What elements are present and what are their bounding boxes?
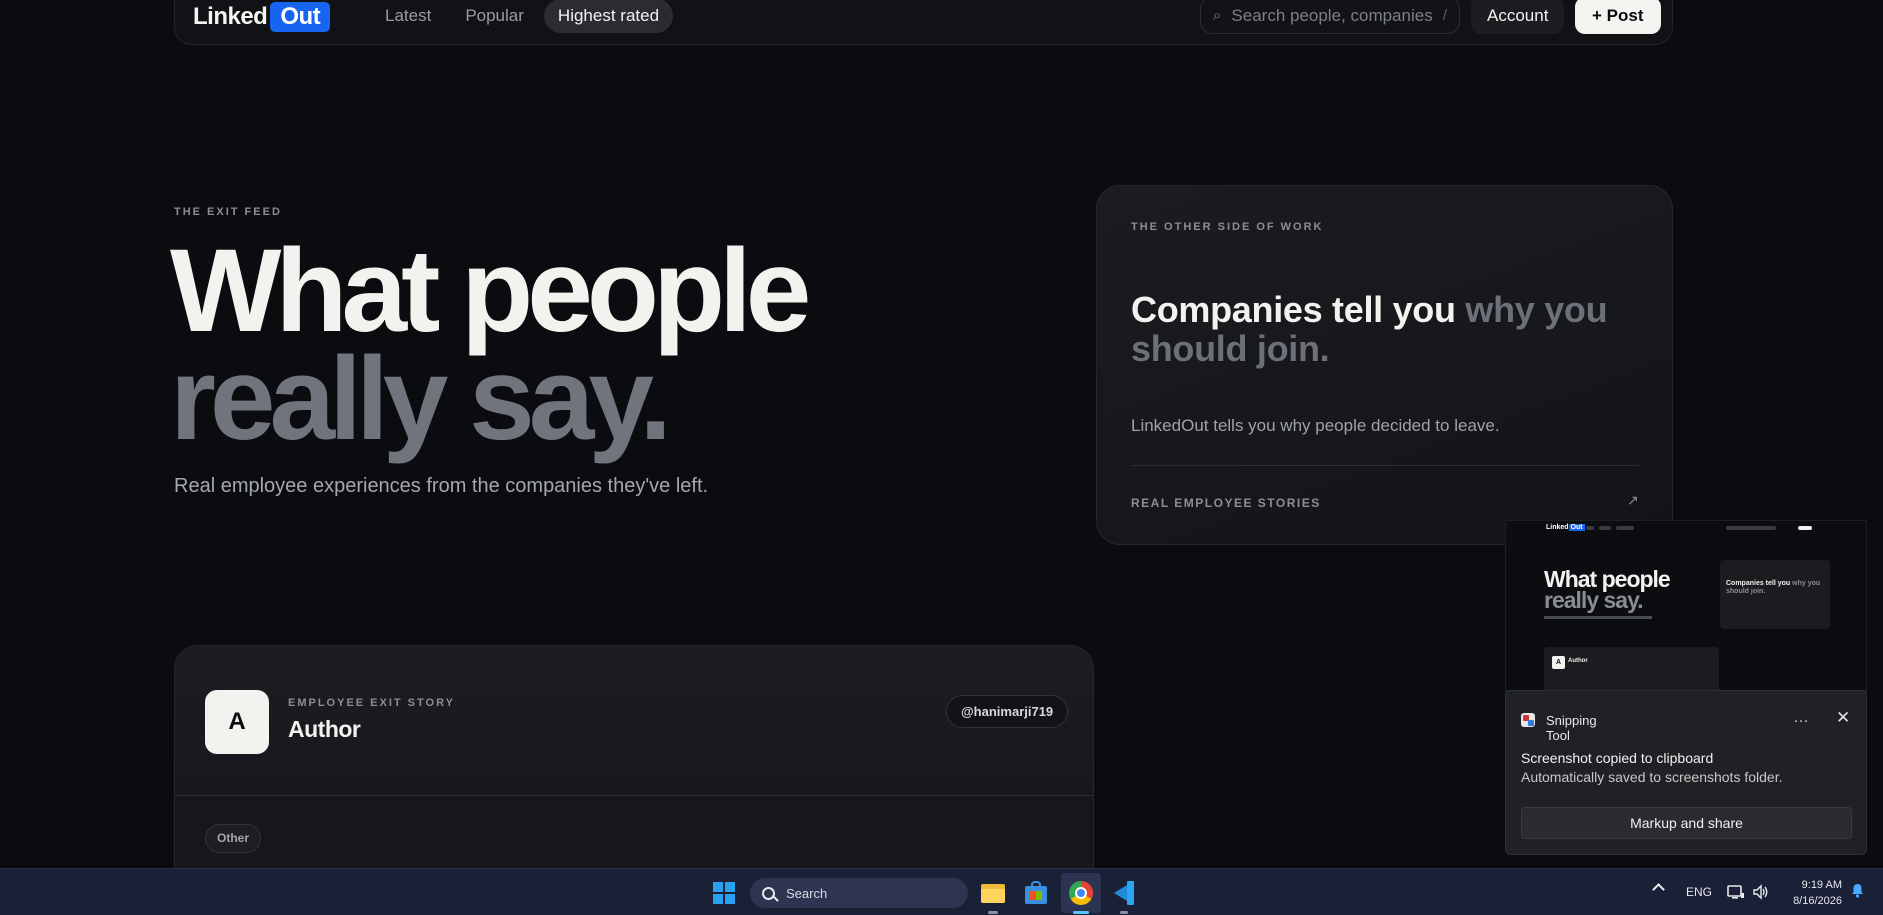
taskbar-search-label: Search (786, 885, 828, 901)
microsoft-store-icon[interactable] (1022, 879, 1050, 907)
thumb-promo-card: Companies tell you why you should join. (1720, 560, 1830, 629)
search-input[interactable]: ⌕ Search people, companies / (1200, 0, 1460, 34)
thumb-promo-white: Companies tell you (1726, 580, 1791, 587)
thumb-logo-text: Linked (1546, 524, 1569, 531)
network-icon[interactable] (1727, 884, 1745, 900)
avatar: A (205, 690, 269, 754)
thumb-nav-bar (1798, 526, 1812, 530)
logo-badge: Out (270, 2, 331, 32)
clock[interactable]: 9:19 AM 8/16/2026 (1782, 877, 1842, 909)
thumb-title-line2: really say. (1544, 587, 1644, 613)
search-icon: ⌕ (1213, 7, 1222, 24)
post-button[interactable]: + Post (1575, 0, 1661, 34)
promo-description: LinkedOut tells you why people decided t… (1131, 416, 1500, 435)
promo-headline: Companies tell you why you should join. (1131, 290, 1651, 368)
thumb-nav-bar (1726, 526, 1776, 530)
close-icon[interactable]: ✕ (1836, 708, 1850, 728)
tab-popular[interactable]: Popular (451, 0, 538, 33)
promo-footer-link[interactable]: REAL EMPLOYEE STORIES (1131, 496, 1321, 510)
arrow-up-right-icon[interactable]: ↗ (1627, 492, 1639, 509)
thumb-nav-bar (1586, 526, 1594, 530)
author-handle[interactable]: @hanimarji719 (946, 695, 1069, 728)
app-running-indicator (1120, 911, 1128, 914)
app-page: Linked Out Latest Popular Highest rated … (0, 0, 1883, 868)
file-explorer-icon[interactable] (979, 879, 1007, 907)
account-button[interactable]: Account (1471, 0, 1565, 34)
logo-text: Linked (193, 3, 268, 30)
thumb-nav-bar (1599, 526, 1611, 530)
thumb-subtitle-bar (1544, 616, 1652, 619)
promo-headline-white: Companies tell you (1131, 289, 1456, 330)
feed-tabs: Latest Popular Highest rated (371, 0, 674, 33)
top-nav: Linked Out Latest Popular Highest rated … (174, 0, 1673, 45)
vscode-icon[interactable] (1110, 879, 1138, 907)
notification-bell-icon[interactable] (1851, 883, 1864, 898)
search-icon (762, 886, 775, 900)
thumb-logo-badge: Out (1568, 524, 1585, 531)
toast-body: Automatically saved to screenshots folde… (1521, 769, 1783, 785)
language-indicator[interactable]: ENG (1686, 885, 1712, 899)
volume-icon[interactable] (1752, 884, 1770, 900)
category-tag[interactable]: Other (205, 824, 262, 853)
thumb-author: Author (1568, 658, 1588, 664)
snipping-tool-icon (1521, 713, 1535, 727)
notification-toast: Snipping Tool … ✕ Screenshot copied to c… (1505, 690, 1867, 855)
tab-latest[interactable]: Latest (371, 0, 445, 33)
story-card[interactable]: A EMPLOYEE EXIT STORY Author @hanimarji7… (174, 645, 1094, 868)
screenshot-thumbnail[interactable]: Linked Out What people really say. Compan… (1505, 520, 1867, 698)
promo-card: THE OTHER SIDE OF WORK Companies tell yo… (1096, 185, 1673, 545)
promo-eyebrow: THE OTHER SIDE OF WORK (1131, 221, 1324, 233)
clock-time: 9:19 AM (1801, 879, 1842, 891)
app-active-indicator (1073, 911, 1089, 914)
windows-start-icon[interactable] (713, 882, 735, 904)
taskbar-search[interactable]: Search (750, 878, 968, 908)
thumb-logo: Linked Out (1546, 524, 1585, 531)
markup-and-share-button[interactable]: Markup and share (1521, 807, 1852, 839)
tab-highest-rated[interactable]: Highest rated (543, 0, 674, 33)
chevron-up-icon[interactable] (1652, 883, 1665, 896)
story-label: EMPLOYEE EXIT STORY (288, 697, 455, 709)
thumb-promo-headline: Companies tell you why you should join. (1726, 580, 1830, 596)
toast-app-name: Snipping Tool (1546, 713, 1597, 743)
logo[interactable]: Linked Out (193, 2, 331, 32)
taskbar: Search ENG 9:19 AM 8/16/2026 (0, 868, 1883, 915)
more-options-icon[interactable]: … (1793, 709, 1810, 727)
hero-eyebrow: THE EXIT FEED (174, 206, 282, 218)
app-running-indicator (988, 911, 998, 914)
promo-divider (1131, 465, 1639, 466)
thumb-nav-bar (1616, 526, 1634, 530)
hero-title-line2: really say. (170, 333, 672, 465)
search-placeholder: Search people, companies (1231, 5, 1433, 25)
hero-subtitle: Real employee experiences from the compa… (174, 475, 709, 497)
thumb-avatar: A (1552, 656, 1565, 669)
story-author: Author (288, 716, 361, 742)
clock-date: 8/16/2026 (1793, 895, 1842, 907)
toast-title: Screenshot copied to clipboard (1521, 750, 1714, 766)
search-shortcut: / (1442, 7, 1447, 24)
story-header: A EMPLOYEE EXIT STORY Author @hanimarji7… (175, 646, 1093, 796)
hero-title-line1: What people (170, 225, 811, 357)
chrome-icon[interactable] (1067, 879, 1095, 907)
